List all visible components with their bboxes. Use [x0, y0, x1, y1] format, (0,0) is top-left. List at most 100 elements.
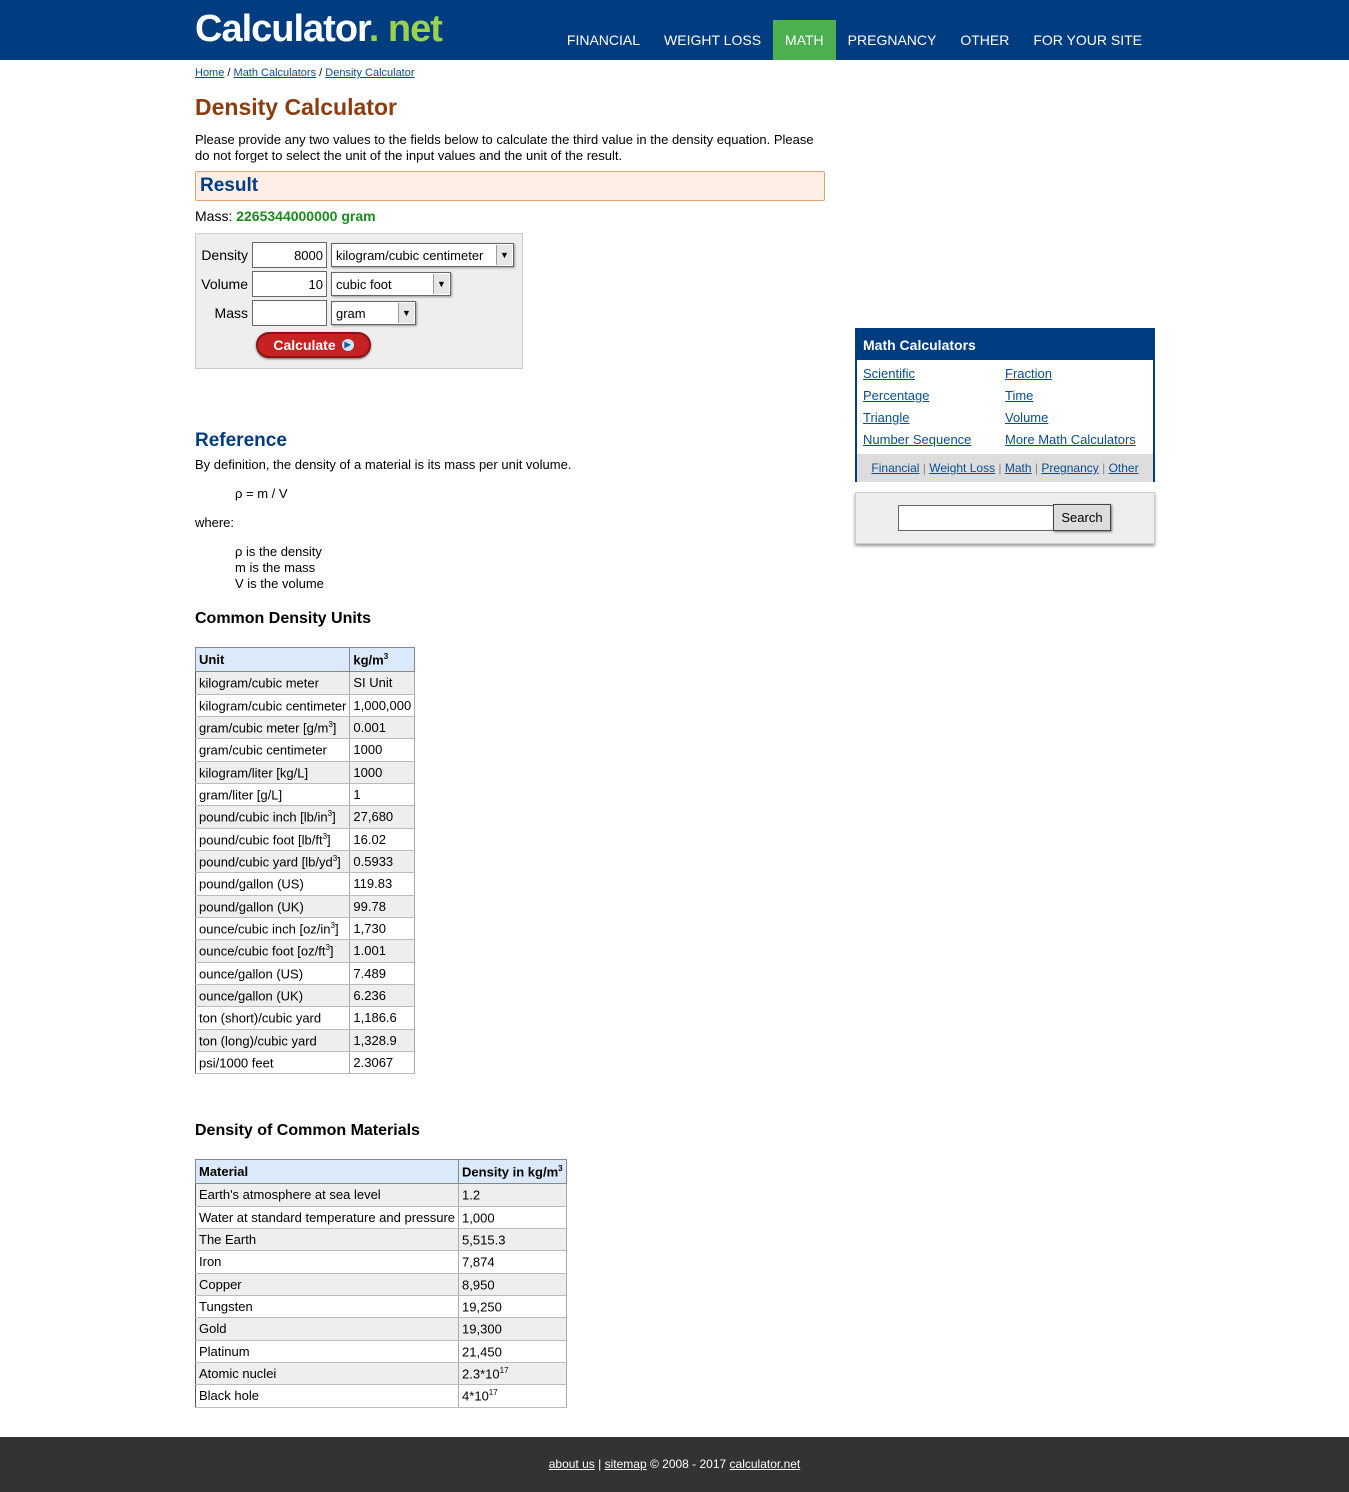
separator: |: [922, 461, 926, 475]
unit-name: pound/cubic yard [lb/yd: [199, 854, 333, 870]
density-cell: 19,250: [458, 1295, 567, 1319]
search-input[interactable]: [898, 505, 1054, 531]
category-other[interactable]: Other: [1109, 461, 1139, 475]
material-cell: Iron: [195, 1250, 460, 1274]
site-logo[interactable]: Calculator. net: [195, 8, 443, 50]
unit-tail: ]: [334, 921, 339, 937]
table-row: Copper 8,950: [195, 1273, 567, 1296]
table-row: ounce/gallon (UK) 6.236: [195, 984, 416, 1008]
unit-name: pound/cubic inch [lb/in: [199, 809, 328, 825]
units-table-body: kilogram/cubic meter SI Unit kilogram/cubi…: [195, 671, 416, 1075]
calculate-button[interactable]: Calculate ▶: [256, 332, 371, 358]
material-cell: Black hole: [195, 1384, 460, 1408]
density-row: Density kilogram/cubic centimeter ▼: [196, 242, 514, 268]
unit-cell: pound/cubic yard [lb/yd3]: [195, 850, 351, 874]
link-volume[interactable]: Volume: [1005, 410, 1048, 425]
unit-value-cell: 99.78: [349, 895, 416, 918]
density-value: 4*10: [462, 1388, 489, 1404]
unit-cell: kilogram/liter [kg/L]: [195, 761, 351, 784]
materials-table-body: Earth's atmosphere at sea level 1.2 Water …: [195, 1183, 567, 1408]
table-row: pound/gallon (UK) 99.78: [195, 895, 416, 918]
search-button[interactable]: Search: [1053, 504, 1111, 531]
table-row: pound/gallon (US) 119.83: [195, 872, 416, 896]
breadcrumb-math[interactable]: Math Calculators: [234, 67, 317, 79]
units-table-heading: Common Density Units: [195, 610, 372, 627]
search-box: Search: [855, 492, 1155, 544]
materials-col-density-sup: 3: [558, 1164, 563, 1173]
density-input[interactable]: [252, 242, 327, 268]
reference-heading: Reference: [195, 430, 287, 451]
nav-math[interactable]: MATH: [773, 20, 836, 60]
link-percentage[interactable]: Percentage: [863, 388, 930, 403]
density-value: 21,450: [462, 1343, 502, 1359]
nav-for-your-site[interactable]: FOR YOUR SITE: [1021, 20, 1154, 60]
calculate-button-label: Calculate: [273, 337, 336, 353]
category-financial[interactable]: Financial: [871, 461, 919, 475]
breadcrumb-home[interactable]: Home: [195, 67, 224, 79]
where-label: where:: [195, 515, 235, 530]
logo-dot: .: [368, 8, 380, 50]
nav-financial[interactable]: FINANCIAL: [555, 20, 652, 60]
unit-cell: kilogram/cubic centimeter: [195, 694, 351, 717]
material-cell: Water at standard temperature and pressu…: [195, 1206, 460, 1229]
density-cell: 2.3*1017: [458, 1362, 567, 1386]
volume-input[interactable]: [252, 271, 327, 297]
reference-definition: By definition, the density of a material…: [195, 457, 572, 472]
materials-table: Material Density in kg/m3 Earth's atmosp…: [194, 1158, 567, 1408]
breadcrumb-current[interactable]: Density Calculator: [325, 67, 414, 79]
category-math[interactable]: Math: [1005, 461, 1032, 475]
result-line: Mass: 2265344000000 gram: [195, 208, 376, 224]
mass-input[interactable]: [252, 300, 327, 326]
play-icon: ▶: [341, 339, 354, 351]
footer-about-link[interactable]: about us: [549, 1457, 595, 1471]
unit-cell: ounce/gallon (US): [195, 962, 351, 985]
table-row: pound/cubic inch [lb/in3] 27,680: [195, 805, 416, 829]
footer-site-link[interactable]: calculator.net: [730, 1457, 801, 1471]
link-fraction[interactable]: Fraction: [1005, 366, 1052, 381]
units-col-unit: Unit: [194, 646, 351, 673]
density-cell: 19,300: [458, 1317, 567, 1341]
nav-weight-loss[interactable]: WEIGHT LOSS: [652, 20, 773, 60]
material-cell: Platinum: [195, 1340, 460, 1363]
unit-value-cell: 1,000,000: [349, 694, 416, 717]
density-cell: 8,950: [458, 1273, 567, 1296]
unit-value-cell: 1000: [349, 761, 416, 784]
unit-cell: ounce/cubic inch [oz/in3]: [195, 917, 351, 941]
link-more-math[interactable]: More Math Calculators: [1005, 432, 1136, 447]
mass-unit-select[interactable]: gram ▼: [331, 301, 416, 325]
chevron-down-icon: ▼: [433, 274, 449, 294]
unit-value-cell: 1,186.6: [349, 1006, 416, 1030]
category-links: Financial | Weight Loss | Math | Pregnan…: [857, 454, 1153, 482]
table-row: ton (long)/cubic yard 1,328.9: [195, 1029, 416, 1052]
link-number-sequence[interactable]: Number Sequence: [863, 432, 971, 447]
table-header-row: Material Density in kg/m3: [194, 1158, 567, 1185]
unit-value-cell: 0.001: [349, 716, 416, 740]
breadcrumb: Home / Math Calculators / Density Calcul…: [195, 67, 415, 79]
link-time[interactable]: Time: [1005, 388, 1033, 403]
volume-unit-select[interactable]: cubic foot ▼: [331, 272, 451, 296]
table-row: Tungsten 19,250: [195, 1295, 567, 1319]
unit-value-cell: 1,328.9: [349, 1029, 416, 1052]
logo-tld: net: [387, 8, 443, 50]
materials-table-heading: Density of Common Materials: [195, 1122, 420, 1139]
table-row: kilogram/cubic centimeter 1,000,000: [195, 694, 416, 717]
density-cell: 4*1017: [458, 1384, 567, 1408]
density-unit-select[interactable]: kilogram/cubic centimeter ▼: [331, 243, 514, 267]
category-pregnancy[interactable]: Pregnancy: [1041, 461, 1098, 475]
density-value: 1.2: [462, 1187, 481, 1203]
nav-pregnancy[interactable]: PREGNANCY: [836, 20, 949, 60]
link-triangle[interactable]: Triangle: [863, 410, 909, 425]
unit-value-cell: 16.02: [349, 828, 416, 851]
link-scientific[interactable]: Scientific: [863, 366, 915, 381]
footer-sitemap-link[interactable]: sitemap: [605, 1457, 647, 1471]
category-weight-loss[interactable]: Weight Loss: [929, 461, 995, 475]
table-row: Gold 19,300: [195, 1317, 567, 1341]
unit-name: gram/liter [g/L]: [199, 787, 283, 803]
table-row: Iron 7,874: [195, 1250, 567, 1274]
density-value: 8,950: [462, 1276, 495, 1292]
nav-other[interactable]: OTHER: [948, 20, 1021, 60]
unit-cell: pound/gallon (US): [195, 872, 351, 896]
density-cell: 7,874: [458, 1250, 567, 1274]
unit-value-cell: 2.3067: [349, 1051, 416, 1075]
chevron-down-icon: ▼: [496, 245, 512, 265]
